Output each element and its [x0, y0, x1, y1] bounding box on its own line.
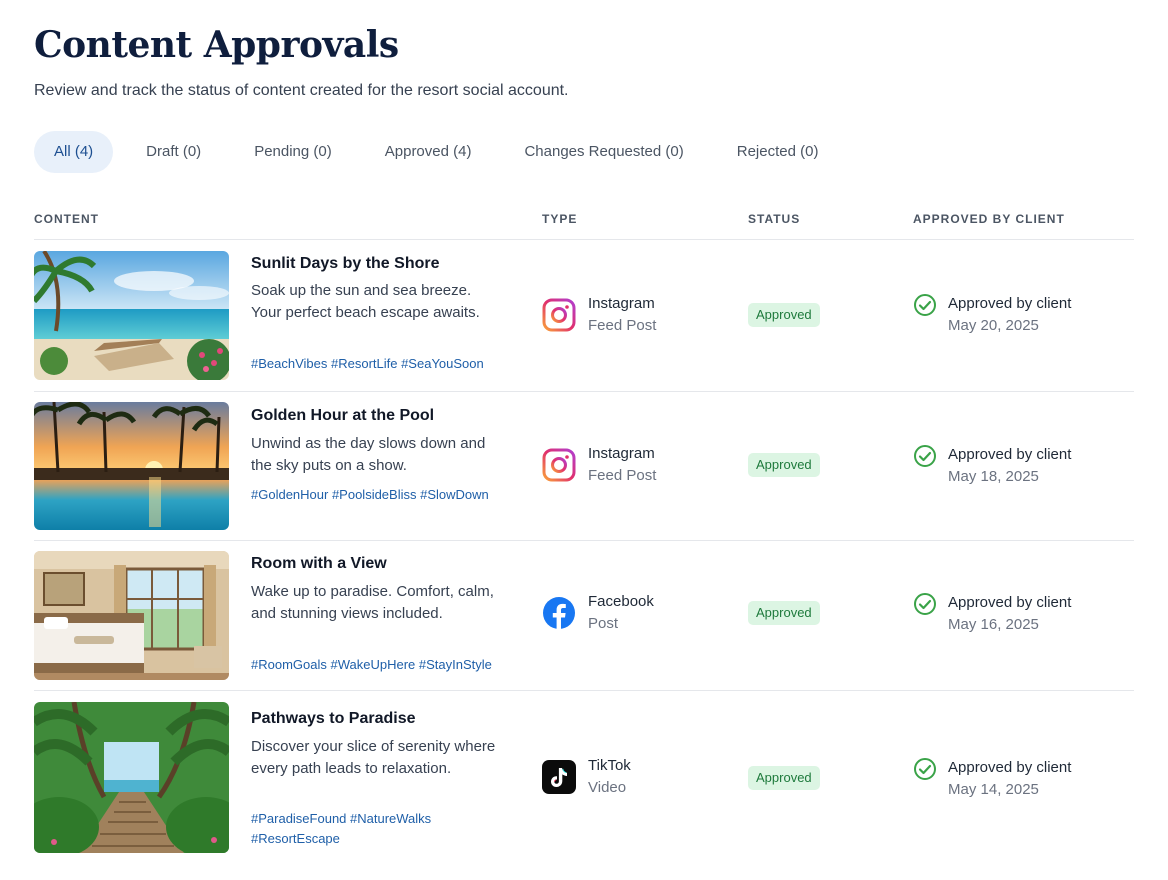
client-approval: Approved by client May 18, 2025: [913, 444, 1071, 488]
post-format: Video: [588, 779, 627, 796]
post-format: Post: [588, 615, 619, 632]
content-thumbnail[interactable]: [34, 251, 229, 380]
content-thumbnail[interactable]: [34, 551, 229, 680]
hotel-room-image: [34, 551, 229, 680]
content-hashtags: #RoomGoals #WakeUpHere #StayInStyle: [251, 657, 492, 672]
content-approvals-page: Content Approvals Review and track the s…: [0, 0, 1168, 880]
column-header-status: STATUS: [748, 212, 801, 226]
beach-image: [34, 251, 229, 380]
column-header-type: TYPE: [542, 212, 578, 226]
instagram-icon: [542, 448, 576, 482]
tab-draft[interactable]: Draft (0): [126, 131, 221, 173]
content-type: Facebook Post: [542, 591, 654, 635]
approval-text: Approved by client: [948, 446, 1072, 463]
content-title[interactable]: Golden Hour at the Pool: [251, 407, 434, 425]
tiktok-icon: [542, 760, 576, 794]
instagram-icon: [542, 298, 576, 332]
page-title: Content Approvals: [34, 24, 399, 66]
post-format: Feed Post: [588, 467, 657, 484]
client-approval: Approved by client May 16, 2025: [913, 592, 1071, 636]
approval-text: Approved by client: [948, 295, 1072, 312]
table-header: CONTENT TYPE STATUS APPROVED BY CLIENT: [34, 210, 1134, 240]
content-description: Wake up to paradise. Comfort, calm, and …: [251, 583, 494, 622]
status-badge: Approved: [748, 766, 820, 790]
content-hashtags: #ParadiseFound #NatureWalks #ResortEscap…: [251, 811, 432, 846]
column-header-content: CONTENT: [34, 212, 99, 226]
content-hashtags: #BeachVibes #ResortLife #SeaYouSoon: [251, 356, 484, 371]
check-circle-icon: [913, 592, 937, 616]
content-thumbnail[interactable]: [34, 702, 229, 853]
content-title[interactable]: Room with a View: [251, 555, 387, 573]
approval-text: Approved by client: [948, 759, 1072, 776]
status-badge: Approved: [748, 453, 820, 477]
tab-pending[interactable]: Pending (0): [234, 131, 352, 173]
content-thumbnail[interactable]: [34, 402, 229, 530]
check-circle-icon: [913, 757, 937, 781]
facebook-icon: [542, 596, 576, 630]
tropical-path-image: [34, 702, 229, 853]
client-approval: Approved by client May 20, 2025: [913, 293, 1071, 337]
content-title[interactable]: Pathways to Paradise: [251, 710, 416, 728]
status-badge: Approved: [748, 303, 820, 327]
check-circle-icon: [913, 444, 937, 468]
tab-all[interactable]: All (4): [34, 131, 114, 173]
status-badge: Approved: [748, 601, 820, 625]
content-hashtags: #GoldenHour #PoolsideBliss #SlowDown: [251, 487, 489, 502]
column-header-approved-by-client: APPROVED BY CLIENT: [913, 212, 1065, 226]
content-type: Instagram Feed Post: [542, 293, 656, 337]
content-description: Soak up the sun and sea breeze. Your per…: [251, 282, 480, 321]
content-type: TikTok Video: [542, 755, 631, 799]
platform-name: Facebook: [588, 593, 654, 610]
post-format: Feed Post: [588, 317, 657, 334]
client-approval: Approved by client May 14, 2025: [913, 757, 1071, 801]
approval-date: May 20, 2025: [948, 317, 1039, 334]
platform-name: Instagram: [588, 295, 655, 312]
table-row[interactable]: Room with a View Wake up to paradise. Co…: [34, 541, 1134, 691]
content-title[interactable]: Sunlit Days by the Shore: [251, 255, 439, 273]
content-type: Instagram Feed Post: [542, 443, 656, 487]
check-circle-icon: [913, 293, 937, 317]
content-description: Discover your slice of serenity where ev…: [251, 738, 496, 777]
tab-changes-requested[interactable]: Changes Requested (0): [504, 131, 703, 173]
content-description: Unwind as the day slows down and the sky…: [251, 435, 486, 474]
table-row[interactable]: Golden Hour at the Pool Unwind as the da…: [34, 392, 1134, 541]
tab-rejected[interactable]: Rejected (0): [717, 131, 839, 173]
approval-text: Approved by client: [948, 594, 1072, 611]
approval-date: May 16, 2025: [948, 616, 1039, 633]
table-row[interactable]: Pathways to Paradise Discover your slice…: [34, 691, 1134, 861]
pool-sunset-image: [34, 402, 229, 530]
status-filter-tabs: All (4) Draft (0) Pending (0) Approved (…: [34, 131, 851, 173]
platform-name: Instagram: [588, 445, 655, 462]
table-row[interactable]: Sunlit Days by the Shore Soak up the sun…: [34, 241, 1134, 392]
approval-date: May 14, 2025: [948, 781, 1039, 798]
tab-approved[interactable]: Approved (4): [365, 131, 492, 173]
platform-name: TikTok: [588, 757, 631, 774]
page-subtitle: Review and track the status of content c…: [34, 82, 569, 99]
approval-date: May 18, 2025: [948, 468, 1039, 485]
